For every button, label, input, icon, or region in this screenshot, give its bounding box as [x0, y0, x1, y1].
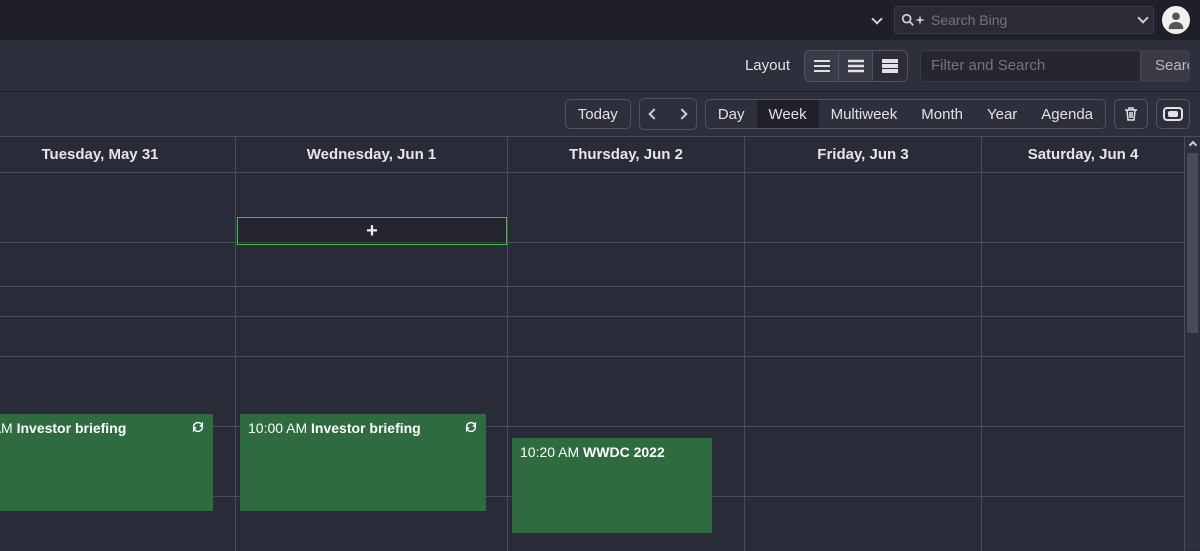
layout-density-group [804, 50, 908, 82]
day-headers: Tuesday, May 31Wednesday, Jun 1Thursday,… [0, 137, 1200, 173]
calendar-event[interactable]: 10:00 AM Investor briefing [240, 414, 486, 511]
event-time: 10:20 AM [520, 444, 579, 460]
browser-search-box[interactable] [894, 6, 1154, 34]
nav-arrows-group [639, 98, 697, 130]
time-row [0, 287, 1200, 357]
event-title: WWDC 2022 [583, 444, 665, 460]
scrollbar-thumb[interactable] [1187, 153, 1198, 333]
view-month-button[interactable]: Month [909, 100, 975, 128]
chevron-up-icon [1188, 141, 1196, 149]
scroll-up-button[interactable] [1185, 137, 1200, 153]
browser-search-input[interactable] [931, 12, 1139, 28]
day-header: Wednesday, Jun 1 [236, 137, 508, 172]
address-dropdown-icon[interactable] [868, 11, 886, 29]
chevron-right-icon [676, 108, 687, 119]
next-button[interactable] [668, 99, 696, 129]
recurring-icon [464, 420, 478, 437]
view-multiweek-button[interactable]: Multiweek [819, 100, 910, 128]
fullscreen-icon [1163, 107, 1183, 121]
delete-button[interactable] [1114, 99, 1148, 129]
view-day-button[interactable]: Day [706, 100, 757, 128]
calendar: Tuesday, May 31Wednesday, Jun 1Thursday,… [0, 136, 1200, 550]
event-time: 00 AM [0, 420, 13, 436]
search-icon [901, 13, 915, 27]
recurring-icon [191, 420, 205, 437]
density-compact-icon [813, 59, 831, 73]
calendar-event[interactable]: 10:20 AM WWDC 2022 [512, 438, 712, 533]
sparkle-icon [915, 15, 925, 25]
filter-search-input[interactable] [921, 51, 1140, 81]
layout-medium-button[interactable] [839, 51, 873, 81]
view-switch-group: DayWeekMultiweekMonthYearAgenda [705, 99, 1106, 129]
fullscreen-button[interactable] [1156, 99, 1190, 129]
event-time: 10:00 AM [248, 420, 307, 436]
search-engine-dropdown-icon[interactable] [1139, 12, 1147, 28]
avatar[interactable] [1162, 6, 1190, 34]
layout-compact-button[interactable] [805, 51, 839, 81]
trash-icon [1123, 106, 1139, 122]
calendar-event[interactable]: 00 AM Investor briefing [0, 414, 213, 511]
day-header: Thursday, Jun 2 [508, 137, 745, 172]
today-button[interactable]: Today [565, 99, 631, 129]
density-wide-icon [881, 59, 899, 73]
vertical-scrollbar[interactable] [1184, 137, 1200, 550]
event-title: Investor briefing [17, 420, 127, 436]
new-event-cell[interactable]: + [237, 217, 507, 245]
prev-button[interactable] [640, 99, 668, 129]
view-week-button[interactable]: Week [757, 100, 819, 128]
calendar-grid[interactable]: 00 AM Investor briefing10:00 AM Investor… [0, 173, 1200, 551]
view-agenda-button[interactable]: Agenda [1029, 100, 1105, 128]
search-button[interactable]: Search [1140, 51, 1190, 81]
chevron-left-icon [648, 108, 659, 119]
day-header: Tuesday, May 31 [0, 137, 236, 172]
density-medium-icon [847, 59, 865, 73]
filter-search-wrap: Search [920, 50, 1190, 82]
toolbar-row-nav: Today DayWeekMultiweekMonthYearAgenda [0, 92, 1200, 136]
event-title: Investor briefing [311, 420, 421, 436]
view-year-button[interactable]: Year [975, 100, 1029, 128]
browser-topbar [0, 0, 1200, 40]
plus-icon: + [366, 220, 378, 243]
layout-wide-button[interactable] [873, 51, 907, 81]
layout-label: Layout [745, 57, 790, 74]
day-header: Friday, Jun 3 [745, 137, 982, 172]
toolbar-row-layout: Layout Search [0, 40, 1200, 92]
day-header: Saturday, Jun 4 [982, 137, 1185, 172]
